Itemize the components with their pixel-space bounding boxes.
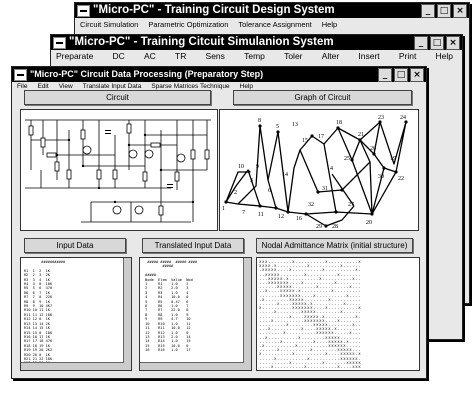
translated-input-data-button[interactable]: Translated Input Data [142,238,244,253]
menu-tolerance-assignment[interactable]: Tolerance Assignment [233,18,316,31]
menu-alter[interactable]: Alter [317,50,344,63]
translated-data-listing: ##### ##### ##### #### ##### ##### Node … [145,260,198,353]
graph-node-label: 18 [336,120,342,126]
menu-bar: Circuit Simulation Parametric Optimizati… [75,18,469,31]
graph-node-label: 25 [344,156,350,162]
input-data-listing: ########### R1 1 2 1K R2 2 3 2K R3 3 4 1… [24,260,66,365]
menu-print[interactable]: Print [394,50,421,63]
graph-node-label: 27 [348,202,354,208]
window-title: "Micro-PC" - Training Circuit Design Sys… [93,4,335,16]
menu-help[interactable]: Help [317,18,342,31]
graph-node-label: 29 [316,224,322,230]
graph-node-label: 2 [234,190,237,196]
circuit-graph-panel[interactable]: 1 7 11 12 16 8 5 13 10 9 6 14 15 17 18 2… [219,109,419,231]
system-menu-icon[interactable] [14,69,27,81]
nodal-admittance-matrix-panel[interactable]: xxx........x..........x..........x xxxx.… [256,257,420,371]
minimize-icon[interactable]: _ [414,36,428,50]
maximize-icon[interactable]: □ [394,68,408,82]
vertical-scrollbar[interactable] [123,258,131,370]
graph-node-label: 12 [278,214,284,220]
graph-node-label: 23 [378,115,384,121]
graph-node-label: 28 [332,224,338,230]
menu-help[interactable]: Help [431,50,458,63]
graph-node-label: 30 [378,174,384,180]
menu-parametric-optimization[interactable]: Parametric Optimization [143,18,233,31]
system-menu-icon[interactable] [77,5,90,17]
graph-node-label: 3 [250,178,253,184]
window-title: "Micro-PC" Circuit Data Processing (Prep… [30,69,264,79]
window-data-processing[interactable]: "Micro-PC" Circuit Data Processing (Prep… [11,66,427,379]
menu-toler[interactable]: Toler [279,50,307,63]
graph-node-label: 14 [282,172,288,178]
title-bar[interactable]: "Micro-PC" - Training Circuit Design Sys… [75,3,469,18]
title-bar[interactable]: "Micro-PC" - Training Citcuit Simulanion… [51,35,462,50]
menu-circuit-simulation[interactable]: Circuit Simulation [75,18,143,31]
circuit-schematic [25,119,211,223]
graph-node-label: 26 [370,146,376,152]
graph-node-label: 10 [238,164,244,170]
graph-node-label: 1 [222,206,225,212]
translated-input-data-panel[interactable]: ##### ##### ##### #### ##### ##### Node … [139,257,252,371]
menu-tr[interactable]: TR [170,50,191,63]
graph-node-label: 31 [322,186,328,192]
close-icon[interactable]: × [410,68,424,82]
window-title: "Micro-PC" - Training Citcuit Simulanion… [69,36,334,48]
input-data-button[interactable]: Input Data [24,238,126,253]
graph-node-label: 8 [258,118,261,124]
graph-node-label: 21 [358,132,364,138]
close-icon[interactable]: × [453,4,467,18]
graph-node-label: 5 [276,124,279,130]
graph-node-label: 32 [308,202,314,208]
circuit-schematic-panel[interactable] [20,109,218,231]
menu-sens[interactable]: Sens [201,50,230,63]
graph-node-label: 7 [242,210,245,216]
graph-node-label: 4 [330,166,333,172]
graph-node-label: 22 [398,176,404,182]
circuit-graph: 1 7 11 12 16 8 5 13 10 9 6 14 15 17 18 2… [222,115,408,230]
menu-ac[interactable]: AC [139,50,161,63]
input-data-panel[interactable]: ########### R1 1 2 1K R2 2 3 2K R3 3 4 1… [20,257,132,371]
nodal-admittance-matrix-button[interactable]: Nodal Admittance Matrix (initial structu… [256,238,413,253]
graph-node-label: 16 [296,216,302,222]
horizontal-scrollbar[interactable] [21,362,124,370]
graph-node-label: 24 [400,115,406,121]
menu-dc[interactable]: DC [108,50,130,63]
minimize-icon[interactable]: _ [378,68,392,82]
title-bar[interactable]: "Micro-PC" Circuit Data Processing (Prep… [12,67,426,82]
matrix-structure: xxx........x..........x..........x xxxx.… [259,259,362,370]
menu-temp[interactable]: Temp [239,50,270,63]
graph-node-label: 9 [256,164,259,170]
graph-node-label: 15 [302,138,308,144]
close-icon[interactable]: × [446,36,460,50]
maximize-icon[interactable]: □ [437,4,451,18]
graph-node-label: 6 [268,188,271,194]
graph-node-label: 17 [318,134,324,140]
graph-node-label: 11 [258,212,264,218]
menu-insert[interactable]: Insert [353,50,384,63]
circuit-button[interactable]: Circuit [24,90,211,105]
maximize-icon[interactable]: □ [430,36,444,50]
menu-bar: Preparate DC AC TR Sens Temp Toler Alter… [51,50,462,63]
graph-node-label: 13 [292,122,298,128]
menu-preparate[interactable]: Preparate [51,50,98,63]
minimize-icon[interactable]: _ [421,4,435,18]
system-menu-icon[interactable] [53,37,66,49]
graph-node-label: 20 [366,220,372,226]
graph-of-circuit-button[interactable]: Graph of Circuit [233,90,412,105]
horizontal-scrollbar[interactable] [140,362,244,370]
vertical-scrollbar[interactable] [243,258,251,370]
graph-node-label: 19 [390,156,396,162]
